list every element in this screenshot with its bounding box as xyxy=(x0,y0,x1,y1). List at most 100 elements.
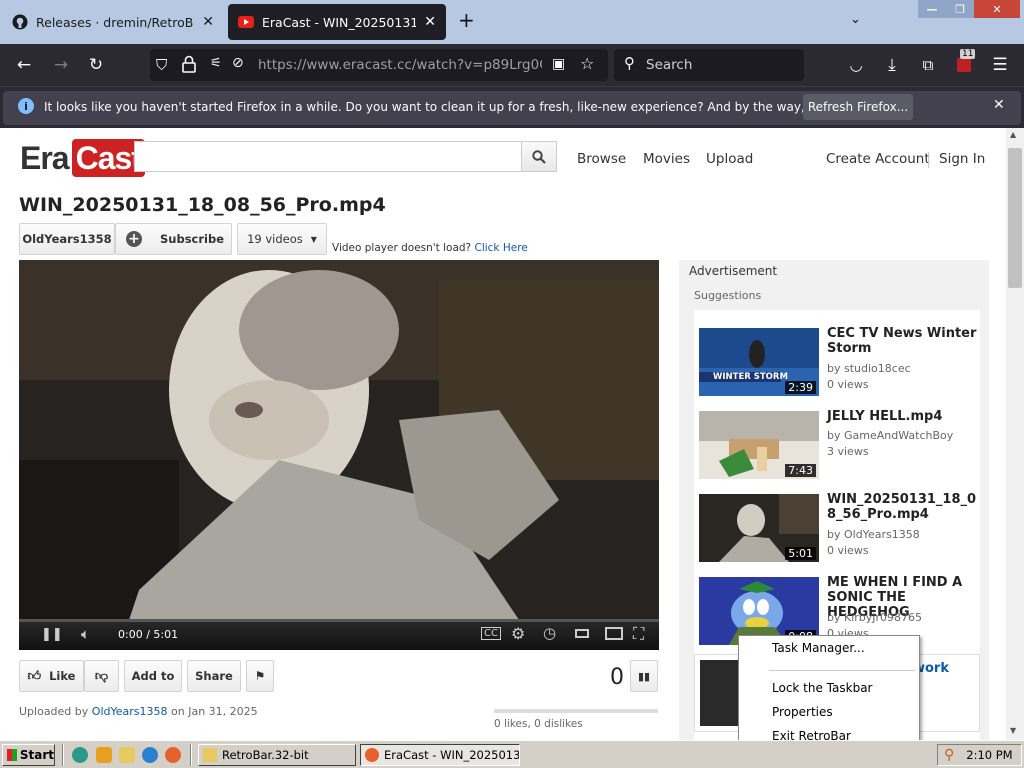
scroll-up-icon[interactable]: ▲ xyxy=(1010,130,1016,139)
extensions-icon[interactable]: ⧉ xyxy=(916,53,940,77)
dislike-button[interactable]: 👎︎ xyxy=(84,660,119,692)
forward-icon[interactable]: → xyxy=(49,53,73,77)
back-icon[interactable]: ← xyxy=(12,53,36,77)
internet-explorer-icon[interactable] xyxy=(142,747,158,763)
close-tab-icon[interactable]: ✕ xyxy=(424,14,436,30)
captions-icon[interactable]: CC xyxy=(481,627,501,640)
stats-button[interactable]: ▮▮ xyxy=(630,660,658,692)
suggestion-title[interactable]: WIN_20250131_18_08_56_Pro.mp4 xyxy=(827,492,977,522)
menu-item-properties[interactable]: Properties xyxy=(772,705,833,719)
bookmark-star-icon[interactable]: ☆ xyxy=(580,54,594,73)
search-bar[interactable]: ⚲ Search xyxy=(614,49,804,81)
clock-icon[interactable]: ◷ xyxy=(543,624,556,642)
list-all-tabs-icon[interactable]: ⌄ xyxy=(850,12,861,27)
duration-badge: 5:01 xyxy=(785,547,816,560)
add-to-button[interactable]: Add to xyxy=(124,660,182,692)
pause-icon[interactable]: ❚❚ xyxy=(41,627,63,642)
like-label: Like xyxy=(49,669,76,683)
tab-strip: Releases · dremin/RetroBar ✕ EraCast - W… xyxy=(0,0,1024,44)
explorer-icon[interactable] xyxy=(119,747,135,763)
video-thumbnail[interactable]: 5:01 xyxy=(699,494,819,562)
new-tab-icon[interactable]: + xyxy=(458,8,475,32)
create-account-link[interactable]: Create Account xyxy=(826,151,930,167)
taskbar-context-menu: Task Manager... Lock the Taskbar Propert… xyxy=(738,635,920,751)
like-button[interactable]: 👍︎ Like xyxy=(19,660,84,692)
close-tab-icon[interactable]: ✕ xyxy=(202,14,214,30)
suggestion-title[interactable]: JELLY HELL.mp4 xyxy=(827,409,977,424)
duration-badge: 7:43 xyxy=(785,464,816,477)
menu-item-task-manager[interactable]: Task Manager... xyxy=(772,641,865,655)
addon-icon[interactable]: 11 xyxy=(952,49,976,77)
thumbs-down-icon: 👎︎ xyxy=(94,668,109,684)
tracking-shield-icon[interactable]: ⛉ xyxy=(156,56,167,74)
share-button[interactable]: Share xyxy=(187,660,241,692)
taskbar-window-eracast[interactable]: EraCast - WIN_20250131... xyxy=(360,744,520,766)
uploader-link[interactable]: OldYears1358 xyxy=(92,705,168,718)
volume-icon[interactable]: 🔈︎ xyxy=(81,625,90,643)
lock-icon[interactable] xyxy=(182,55,196,76)
search-icon xyxy=(532,149,546,164)
nav-movies[interactable]: Movies xyxy=(643,151,690,167)
media-player-icon[interactable] xyxy=(96,747,112,763)
tab-title: Releases · dremin/RetroBar xyxy=(36,14,195,30)
nav-browse[interactable]: Browse xyxy=(577,151,626,167)
pocket-icon[interactable]: ◡ xyxy=(844,53,868,77)
suggestion-views: 3 views xyxy=(827,445,869,458)
progress-bar[interactable] xyxy=(19,619,659,622)
flag-button[interactable]: ⚑ xyxy=(246,660,274,692)
restore-icon[interactable]: ❐ xyxy=(946,0,974,18)
scrollbar-thumb[interactable] xyxy=(1008,148,1022,288)
close-notification-icon[interactable]: ✕ xyxy=(993,97,1005,113)
large-player-icon[interactable] xyxy=(605,627,623,640)
suggestion-item[interactable]: WINTER STORM 2:39 CEC TV News Winter Sto… xyxy=(699,326,979,398)
tab-eracast[interactable]: EraCast - WIN_20250131_18_08_ ✕ xyxy=(228,4,446,40)
taskbar-divider xyxy=(62,744,64,766)
flag-icon: ⚑ xyxy=(254,669,266,683)
firefox-quicklaunch-icon[interactable] xyxy=(165,747,181,763)
video-thumbnail[interactable]: WINTER STORM 2:39 xyxy=(699,328,819,396)
sign-in-link[interactable]: Sign In xyxy=(939,151,985,167)
upload-date: on Jan 31, 2025 xyxy=(171,705,258,718)
scroll-down-icon[interactable]: ▼ xyxy=(1010,726,1016,735)
taskbar-window-retrobar[interactable]: RetroBar.32-bit xyxy=(198,744,356,766)
github-icon xyxy=(12,14,28,30)
refresh-firefox-button[interactable]: Refresh Firefox... xyxy=(803,94,913,120)
addon-badge: 11 xyxy=(960,49,976,59)
settings-gear-icon[interactable]: ⚙ xyxy=(511,624,525,643)
tab-retrobar-releases[interactable]: Releases · dremin/RetroBar ✕ xyxy=(2,4,224,40)
video-player[interactable]: ❚❚ 🔈︎ 0:00 / 5:01 CC ⚙ ◷ ⛶ xyxy=(19,260,659,650)
click-here-link[interactable]: Click Here xyxy=(474,242,527,254)
clock[interactable]: 2:10 PM xyxy=(966,748,1012,762)
suggestion-item[interactable]: 5:01 WIN_20250131_18_08_56_Pro.mp4 by Ol… xyxy=(699,492,979,564)
small-player-icon[interactable] xyxy=(575,629,589,638)
subscribe-button[interactable]: + Subscribe xyxy=(115,223,232,255)
videos-count-dropdown[interactable]: 19 videos ▼ xyxy=(237,223,327,255)
channel-button[interactable]: OldYears1358 xyxy=(19,223,115,255)
nav-upload[interactable]: Upload xyxy=(706,151,753,167)
suggestion-title[interactable]: CEC TV News Winter Storm xyxy=(827,326,977,356)
downloads-icon[interactable]: ⤓ xyxy=(880,53,904,77)
site-search-button[interactable] xyxy=(521,141,557,172)
hamburger-menu-icon[interactable]: ☰ xyxy=(988,53,1012,77)
show-desktop-icon[interactable] xyxy=(72,747,88,763)
videos-count-label: 19 videos xyxy=(247,232,303,246)
minimize-icon[interactable]: — xyxy=(918,0,946,18)
eracast-logo[interactable]: Era Cast xyxy=(20,138,145,178)
firefox-icon xyxy=(365,748,379,762)
tray-search-icon[interactable]: ⚲ xyxy=(944,747,954,763)
close-window-icon[interactable]: ✕ xyxy=(974,0,1020,18)
navigation-toolbar: ← → ↻ ⛉ ⚟ ⊘ https://www.eracast.cc/watch… xyxy=(0,44,1024,86)
menu-item-lock-taskbar[interactable]: Lock the Taskbar xyxy=(772,681,873,695)
autoplay-blocked-icon[interactable]: ⊘ xyxy=(232,55,244,71)
time-display: 0:00 / 5:01 xyxy=(118,628,179,641)
suggestion-item[interactable]: 7:43 JELLY HELL.mp4 by GameAndWatchBoy 3… xyxy=(699,409,979,481)
url-bar[interactable]: ⛉ ⚟ ⊘ https://www.eracast.cc/watch?v=p89… xyxy=(150,49,608,81)
permissions-icon[interactable]: ⚟ xyxy=(210,56,222,71)
reload-icon[interactable]: ↻ xyxy=(84,53,108,77)
reader-view-icon[interactable]: ▣ xyxy=(552,56,565,72)
site-search-input[interactable] xyxy=(134,141,522,172)
fullscreen-icon[interactable]: ⛶ xyxy=(633,624,644,644)
suggestion-views: 0 views xyxy=(827,378,869,391)
video-thumbnail[interactable]: 7:43 xyxy=(699,411,819,479)
start-button[interactable]: Start xyxy=(2,744,55,766)
